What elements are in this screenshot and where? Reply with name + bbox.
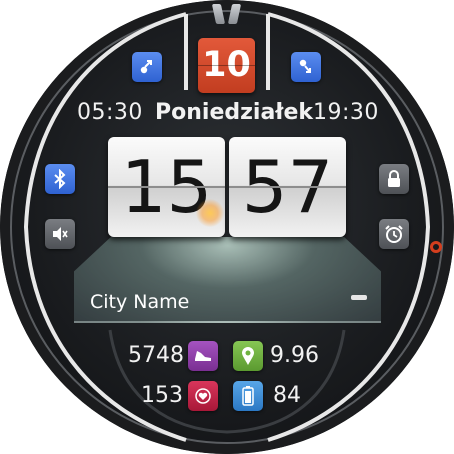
- heart-rate-value: 153: [141, 383, 183, 408]
- battery-icon: [233, 381, 263, 411]
- alarm-clock-icon[interactable]: [379, 219, 409, 249]
- sunset-arrow-icon: [291, 52, 321, 82]
- crown-accent: [430, 241, 442, 253]
- clock-minutes: 57: [229, 137, 346, 237]
- top-marker: [211, 4, 242, 26]
- steps-value: 5748: [128, 343, 184, 368]
- battery-value: 84: [273, 383, 301, 408]
- location-pin-icon: [233, 341, 263, 371]
- lock-icon[interactable]: [379, 164, 409, 194]
- date-box: 10: [198, 38, 255, 93]
- heart-icon: [188, 381, 218, 411]
- sneaker-icon: [188, 341, 218, 371]
- bluetooth-icon[interactable]: [45, 164, 75, 194]
- day-name: Poniedziałek: [155, 100, 314, 125]
- weather-city: City Name: [90, 291, 190, 313]
- distance-value: 9.96: [270, 343, 319, 368]
- speaker-mute-icon[interactable]: [45, 219, 75, 249]
- sunrise-arrow-icon: [132, 52, 162, 82]
- watch-face: 10 05:30 Poniedziałek 19:30 15 57 City N…: [0, 0, 454, 454]
- sunset-time: 19:30: [313, 100, 379, 125]
- sunrise-time: 05:30: [77, 100, 143, 125]
- minus-icon[interactable]: [351, 295, 367, 300]
- center-glow: [196, 199, 224, 227]
